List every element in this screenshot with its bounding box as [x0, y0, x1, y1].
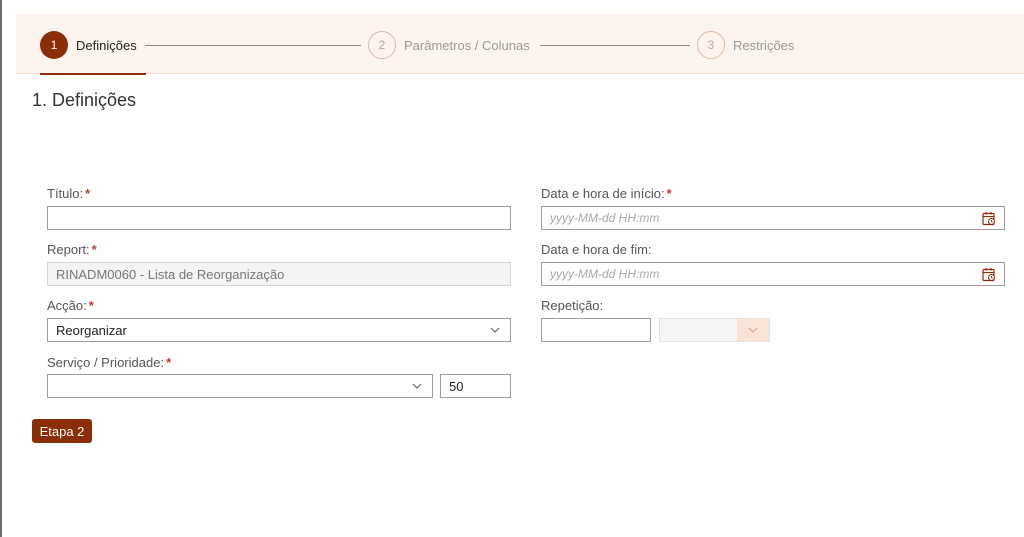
top-strip: [2, 0, 1024, 14]
required-marker: *: [85, 186, 91, 201]
step-2[interactable]: 2 Parâmetros / Colunas: [368, 31, 530, 59]
fim-placeholder: yyyy-MM-dd HH:mm: [550, 267, 660, 281]
step-2-number: 2: [368, 31, 396, 59]
chevron-down-icon: [748, 327, 758, 333]
section-title: 1. Definições: [32, 90, 137, 110]
step-1[interactable]: 1 Definições: [40, 31, 137, 59]
fim-datetime-input[interactable]: yyyy-MM-dd HH:mm: [541, 262, 1005, 286]
accao-select[interactable]: Reorganizar: [47, 318, 511, 342]
accao-label: Acção: *: [47, 298, 94, 313]
required-marker: *: [91, 242, 97, 257]
step-3-number: 3: [697, 31, 725, 59]
dropdown-toggle: [737, 319, 769, 341]
active-step-indicator: [40, 73, 146, 75]
required-marker: *: [166, 355, 172, 370]
step-1-label: Definições: [76, 37, 137, 53]
report-label: Report: *: [47, 242, 97, 257]
servico-label: Serviço / Prioridade: *: [47, 355, 172, 370]
inicio-datetime-input[interactable]: yyyy-MM-dd HH:mm: [541, 206, 1005, 230]
step-connector-2: [540, 45, 690, 46]
required-marker: *: [666, 186, 672, 201]
inicio-placeholder: yyyy-MM-dd HH:mm: [550, 211, 660, 225]
required-marker: *: [88, 298, 94, 313]
chevron-down-icon: [412, 383, 422, 389]
repeticao-label: Repetição:: [541, 298, 604, 313]
step-3-label: Restrições: [733, 37, 795, 53]
next-step-button[interactable]: Etapa 2: [32, 419, 92, 443]
repeticao-input[interactable]: [541, 318, 651, 342]
step-1-number: 1: [40, 31, 68, 59]
inicio-label: Data e hora de início: *: [541, 186, 672, 201]
report-value: RINADM0060 - Lista de Reorganização: [56, 266, 285, 282]
calendar-clock-icon[interactable]: [982, 267, 996, 282]
step-3[interactable]: 3 Restrições: [697, 31, 794, 59]
prioridade-input[interactable]: 50: [440, 374, 511, 398]
repeticao-unit-select[interactable]: [659, 318, 770, 342]
step-2-label: Parâmetros / Colunas: [404, 37, 530, 53]
accao-selected-value: Reorganizar: [56, 322, 127, 338]
calendar-clock-icon[interactable]: [982, 211, 996, 226]
fim-label: Data e hora de fim:: [541, 242, 652, 257]
titulo-input[interactable]: [47, 206, 511, 230]
chevron-down-icon: [490, 327, 500, 333]
wizard-stepper: 1 Definições 2 Parâmetros / Colunas 3 Re…: [16, 14, 1024, 74]
window-left-edge: [0, 0, 2, 537]
servico-select[interactable]: [47, 374, 433, 398]
titulo-label: Título: *: [47, 186, 91, 201]
step-connector-1: [145, 45, 361, 46]
report-field: RINADM0060 - Lista de Reorganização: [47, 262, 511, 286]
